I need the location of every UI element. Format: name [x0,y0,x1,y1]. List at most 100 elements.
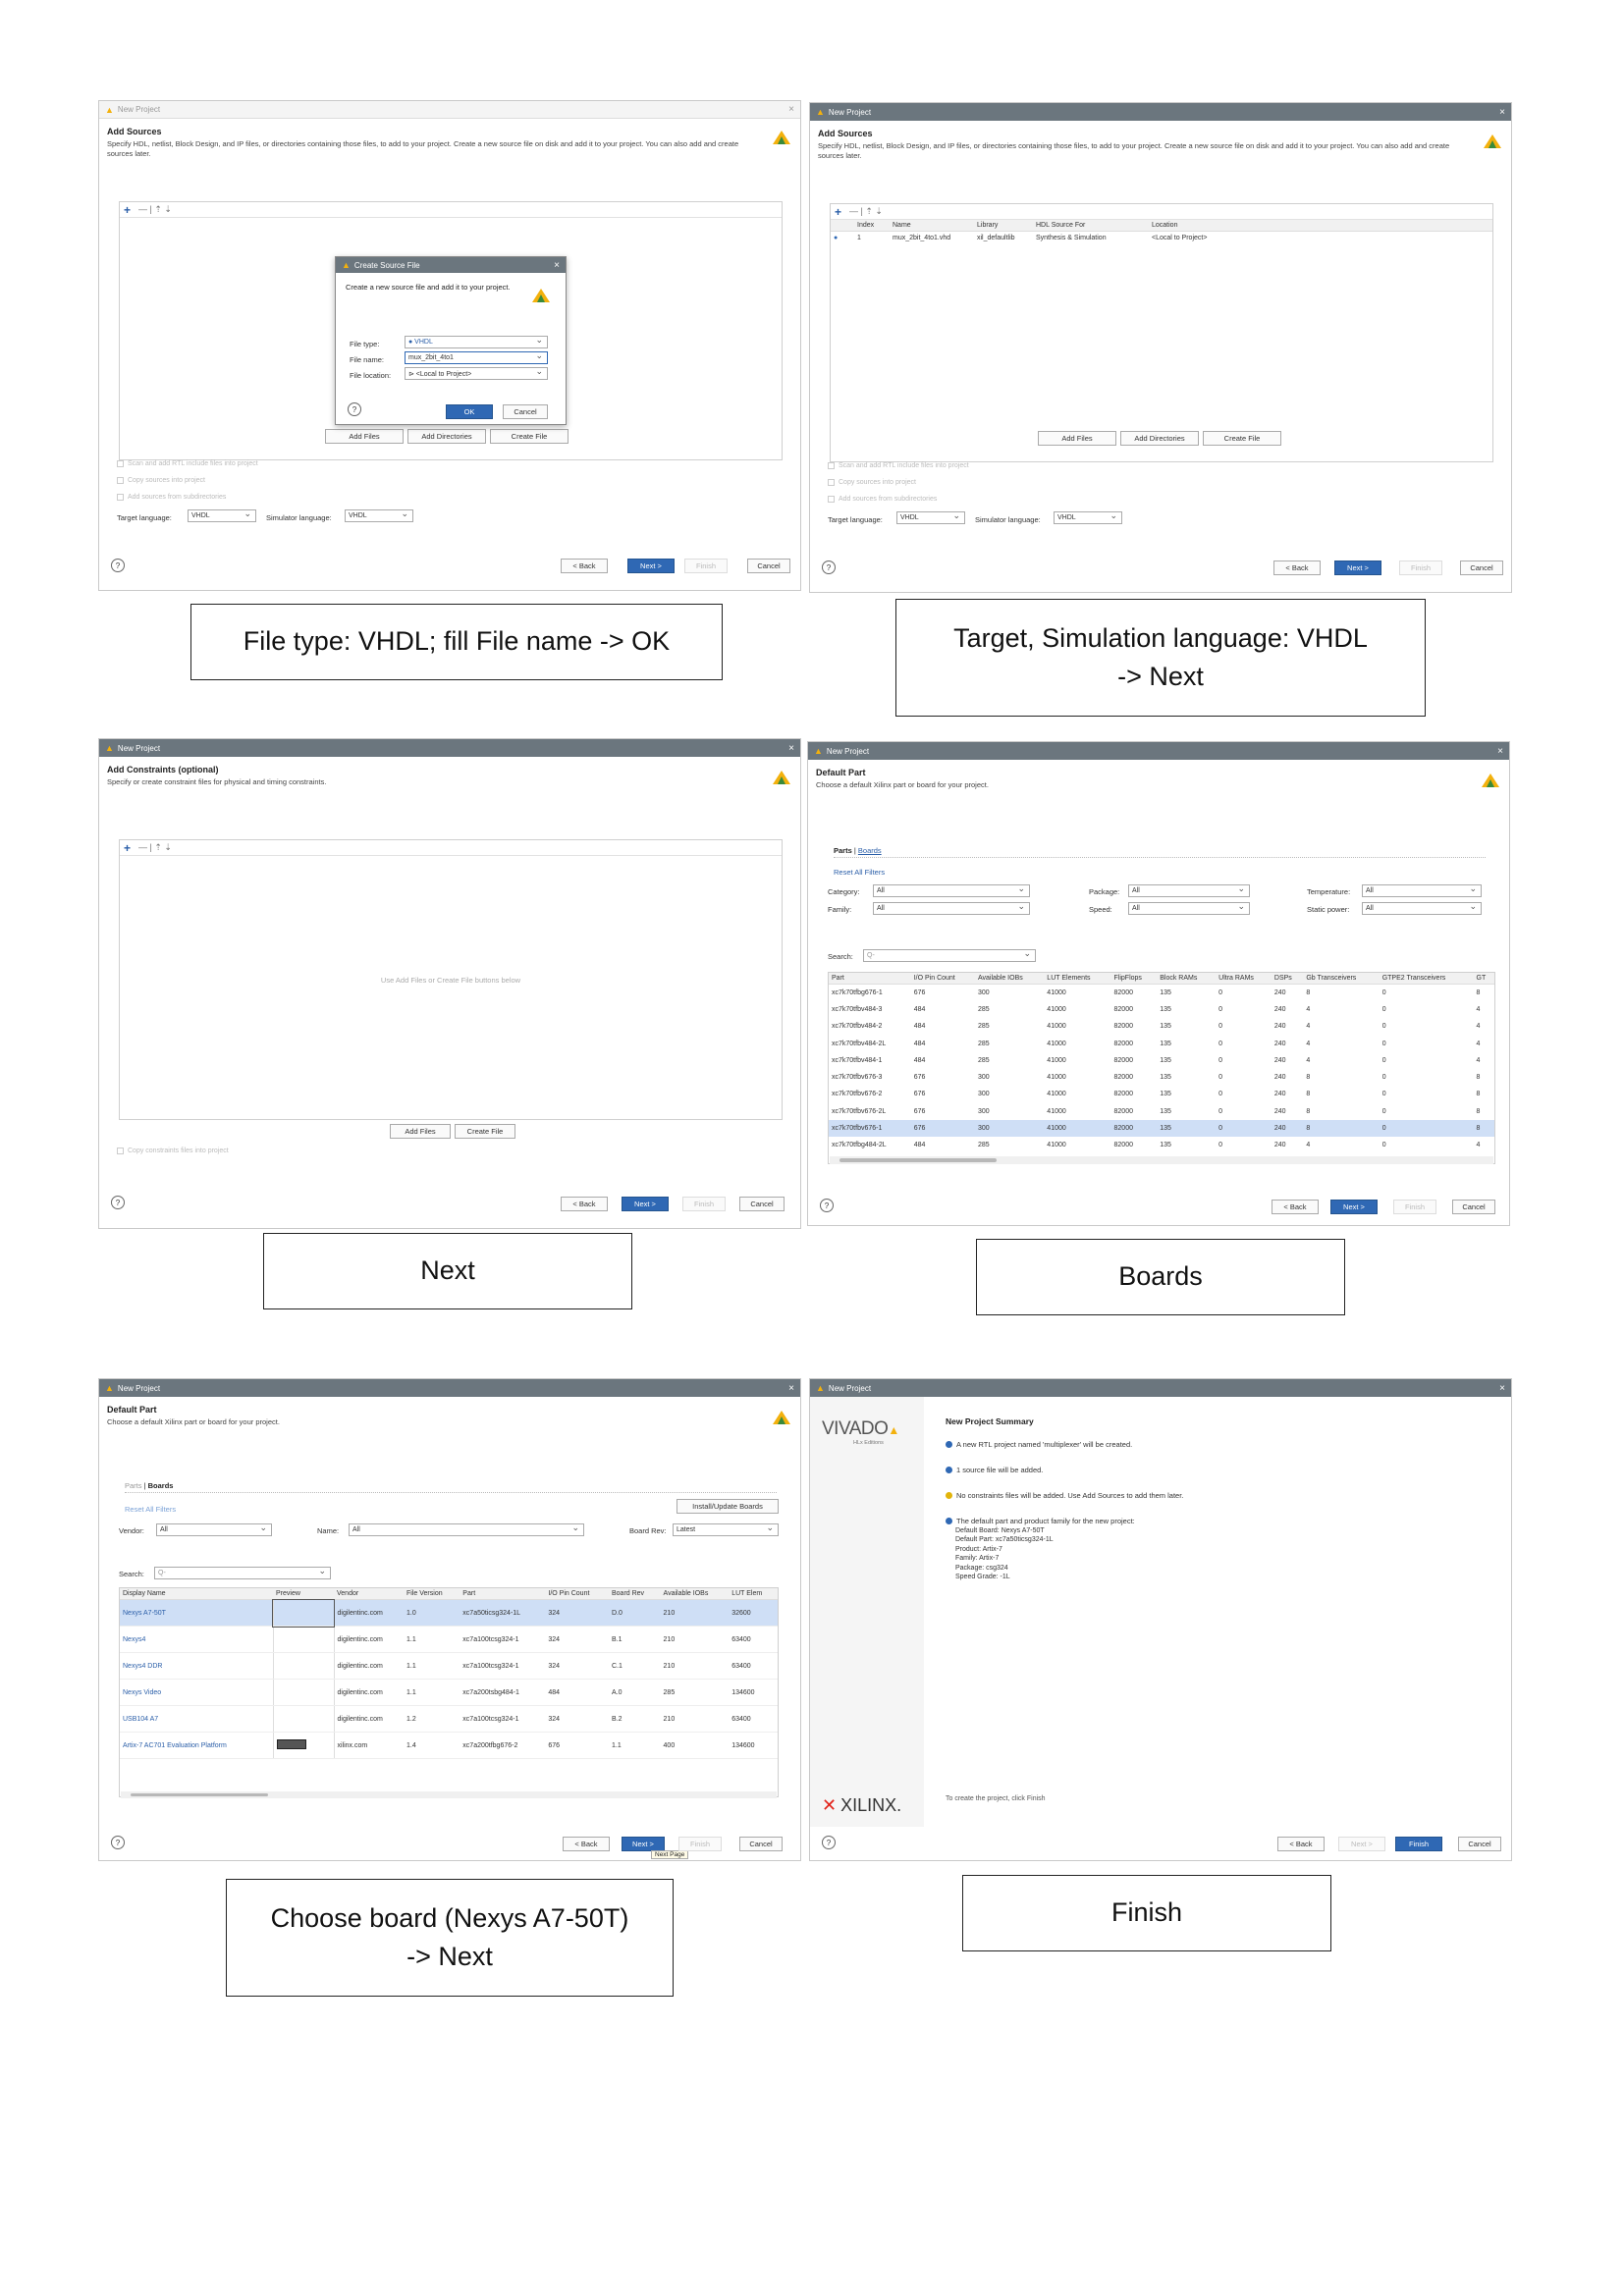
file-name-input[interactable]: mux_2bit_4to1 [405,350,548,364]
subdirectories-checkbox[interactable]: Add sources from subdirectories [117,494,226,501]
help-icon[interactable]: ? [111,1196,125,1209]
help-icon[interactable]: ? [820,1199,834,1212]
board-name-link[interactable]: Nexys4 DDR [120,1652,273,1680]
finish-button[interactable]: Finish [1395,1837,1442,1851]
next-button[interactable]: Next > [622,1197,669,1211]
cancel-button[interactable]: Cancel [1452,1200,1495,1214]
table-row[interactable]: xc7k70tfbv484-2 484 285 41000 82000 135 0 240 4 0… [829,1018,1494,1035]
table-row[interactable]: USB104 A7 digilentinc.com 1.2 xc7a100tcsg32… [120,1705,778,1733]
close-icon[interactable]: × [1499,107,1505,118]
copy-sources-checkbox[interactable]: Copy sources into project [117,477,205,484]
copy-constraints-checkbox[interactable]: Copy constraints files into project [117,1148,229,1154]
target-language-select[interactable]: VHDL [896,510,965,524]
simulator-language-select[interactable]: VHDL [1054,510,1122,524]
reset-filters-link[interactable]: Reset All Filters [834,868,885,877]
table-row[interactable]: xc7k70tfbg676-1 676 300 41000 82000 135 0 240 8 0… [829,985,1494,1001]
horizontal-scrollbar[interactable] [121,1791,777,1798]
table-cell[interactable]: Synthesis & Simulation [1033,232,1149,245]
table-row[interactable]: xc7k70tfbv676-2 676 300 41000 82000 135 0 240 8 0… [829,1086,1494,1102]
subdirectories-checkbox[interactable]: Add sources from subdirectories [828,496,937,503]
table-row[interactable]: Artix-7 AC701 Evaluation Platform xilinx.… [120,1732,778,1759]
search-input[interactable]: Q- [863,948,1036,962]
next-button[interactable]: Next > [1330,1200,1378,1214]
next-button[interactable]: Next > [1338,1837,1385,1851]
table-row[interactable]: ● 1 mux_2bit_4to1.vhd xil_defaultlib Syn… [831,232,1492,245]
table-row[interactable]: Nexys4 digilentinc.com 1.1 xc7a100tcsg324-1… [120,1626,778,1653]
simulator-language-select[interactable]: VHDL [345,508,413,522]
category-select[interactable]: All [873,883,1030,897]
reset-filters-link[interactable]: Reset All Filters [125,1505,176,1514]
table-row[interactable]: Nexys4 DDR digilentinc.com 1.1 xc7a100tcsg3… [120,1652,778,1680]
constraints-list[interactable]: + — | ⇡ ⇣ Use Add Files or Create File bu… [119,839,783,1120]
table-row[interactable]: xc7k70tfbv484-2L 484 285 41000 82000 135 0 240 4… [829,1035,1494,1051]
back-button[interactable]: < Back [1272,1200,1319,1214]
package-select[interactable]: All [1128,883,1250,897]
temperature-select[interactable]: All [1362,883,1482,897]
install-update-boards-button[interactable]: Install/Update Boards [677,1499,779,1514]
table-row[interactable]: Nexys Video digilentinc.com 1.1 xc7a200tsbg… [120,1679,778,1706]
toolbar-icons[interactable]: — | ⇡ ⇣ [138,842,172,853]
copy-sources-checkbox[interactable]: Copy sources into project [828,479,916,486]
back-button[interactable]: < Back [561,559,608,573]
cancel-button[interactable]: Cancel [739,1837,783,1851]
help-icon[interactable]: ? [822,1836,836,1849]
board-name-link[interactable]: Nexys A7-50T [120,1599,273,1627]
tab-boards[interactable]: Boards [858,846,882,855]
back-button[interactable]: < Back [1277,1837,1325,1851]
board-name-link[interactable]: Nexys4 [120,1626,273,1653]
board-name-link[interactable]: Nexys Video [120,1679,273,1706]
tab-boards[interactable]: Boards [148,1481,174,1490]
toolbar-icons[interactable]: — | ⇡ ⇣ [849,206,883,217]
target-language-select[interactable]: VHDL [188,508,256,522]
table-row[interactable]: xc7k70tfbv676-3 676 300 41000 82000 135 0 240 8 0… [829,1069,1494,1086]
close-icon[interactable]: × [788,104,794,115]
static-power-select[interactable]: All [1362,901,1482,915]
board-rev-select[interactable]: Latest [673,1522,779,1536]
create-file-button[interactable]: Create File [490,429,568,444]
back-button[interactable]: < Back [563,1837,610,1851]
scan-rtl-checkbox[interactable]: Scan and add RTL include files into proj… [117,460,258,467]
finish-button[interactable]: Finish [684,559,728,573]
table-row[interactable]: xc7k70tfbv484-1 484 285 41000 82000 135 0 240 4 0… [829,1052,1494,1069]
sources-table-box[interactable]: + — | ⇡ ⇣ Index Name Library HDL Source F… [830,203,1493,462]
add-directories-button[interactable]: Add Directories [407,429,486,444]
cancel-button[interactable]: Cancel [747,559,790,573]
tab-parts[interactable]: Parts [834,846,852,855]
plus-icon[interactable]: + [835,205,841,219]
finish-button[interactable]: Finish [678,1837,722,1851]
table-row[interactable]: Nexys A7-50T digilentinc.com 1.0 xc7a50tics… [120,1598,778,1628]
cancel-button[interactable]: Cancel [739,1197,785,1211]
create-file-button[interactable]: Create File [455,1124,515,1139]
finish-button[interactable]: Finish [1399,561,1442,575]
finish-button[interactable]: Finish [1393,1200,1436,1214]
table-row[interactable]: xc7k70tfbv484-3 484 285 41000 82000 135 0 240 4 0… [829,1001,1494,1018]
plus-icon[interactable]: + [124,203,131,217]
board-name-link[interactable]: Artix-7 AC701 Evaluation Platform [120,1732,273,1759]
close-icon[interactable]: × [788,1383,794,1394]
toolbar-icons[interactable]: — | ⇡ ⇣ [138,204,172,215]
next-button[interactable]: Next > [1334,561,1381,575]
parts-table-box[interactable]: Part I/O Pin Count Available IOBs LUT El… [828,972,1495,1164]
plus-icon[interactable]: + [124,841,131,855]
cancel-button[interactable]: Cancel [1458,1837,1501,1851]
file-location-select[interactable]: ⊳ <Local to Project> [405,366,548,380]
ok-button[interactable]: OK [446,404,493,419]
name-select[interactable]: All [349,1522,584,1536]
add-files-button[interactable]: Add Files [325,429,404,444]
tab-parts[interactable]: Parts [125,1481,142,1490]
back-button[interactable]: < Back [561,1197,608,1211]
vendor-select[interactable]: All [156,1522,272,1536]
add-directories-button[interactable]: Add Directories [1120,431,1199,446]
table-row[interactable]: xc7k70tfbg484-2L 484 285 41000 82000 135 0 240 4… [829,1137,1494,1153]
next-button[interactable]: Next > [622,1837,665,1851]
help-icon[interactable]: ? [111,1836,125,1849]
close-icon[interactable]: × [1497,746,1503,757]
add-files-button[interactable]: Add Files [390,1124,451,1139]
search-input[interactable]: Q- [154,1566,331,1579]
close-icon[interactable]: × [554,260,560,271]
close-icon[interactable]: × [1499,1383,1505,1394]
family-select[interactable]: All [873,901,1030,915]
help-icon[interactable]: ? [111,559,125,572]
file-type-select[interactable]: ● VHDL [405,335,548,348]
cancel-button[interactable]: Cancel [1460,561,1503,575]
